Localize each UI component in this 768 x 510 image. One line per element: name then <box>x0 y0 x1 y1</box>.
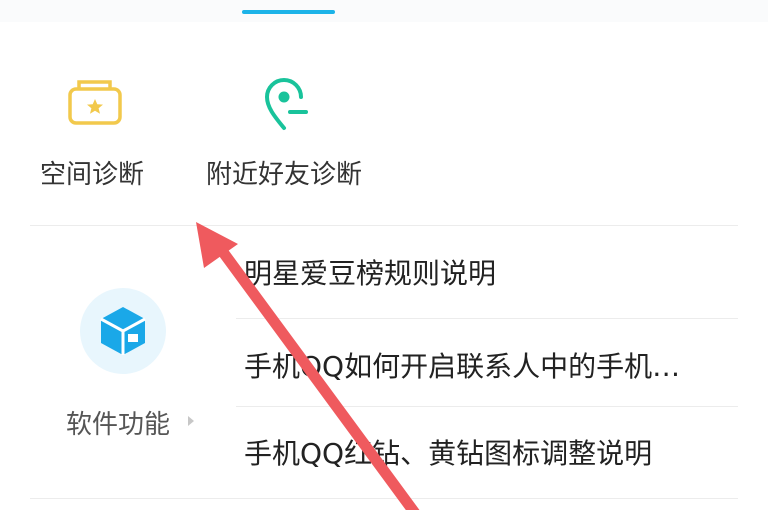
chevron-right-icon <box>188 416 194 426</box>
section-divider <box>30 498 738 499</box>
list-divider <box>236 406 738 407</box>
faq-item[interactable]: 手机QQ红钻、黄钻图标调整说明 <box>244 432 734 472</box>
active-tab-indicator <box>242 10 335 14</box>
category-label: 软件功能 <box>66 410 171 440</box>
space-diagnosis-button[interactable]: 空间诊断 <box>30 70 165 200</box>
space-diagnosis-label: 空间诊断 <box>40 160 145 190</box>
section-divider <box>30 225 738 226</box>
faq-item[interactable]: 手机QQ如何开启联系人中的手机… <box>244 345 734 385</box>
list-divider <box>236 318 738 319</box>
nearby-friends-diagnosis-label: 附近好友诊断 <box>206 160 363 190</box>
software-feature-cube-icon <box>98 305 148 357</box>
category-icon-background <box>80 288 166 374</box>
nearby-friends-diagnosis-button[interactable]: 附近好友诊断 <box>200 70 380 200</box>
top-tab-bar <box>0 0 768 22</box>
faq-item[interactable]: 明星爱豆榜规则说明 <box>244 252 734 292</box>
nearby-friends-location-icon <box>262 76 310 132</box>
space-diagnosis-icon <box>68 78 124 126</box>
